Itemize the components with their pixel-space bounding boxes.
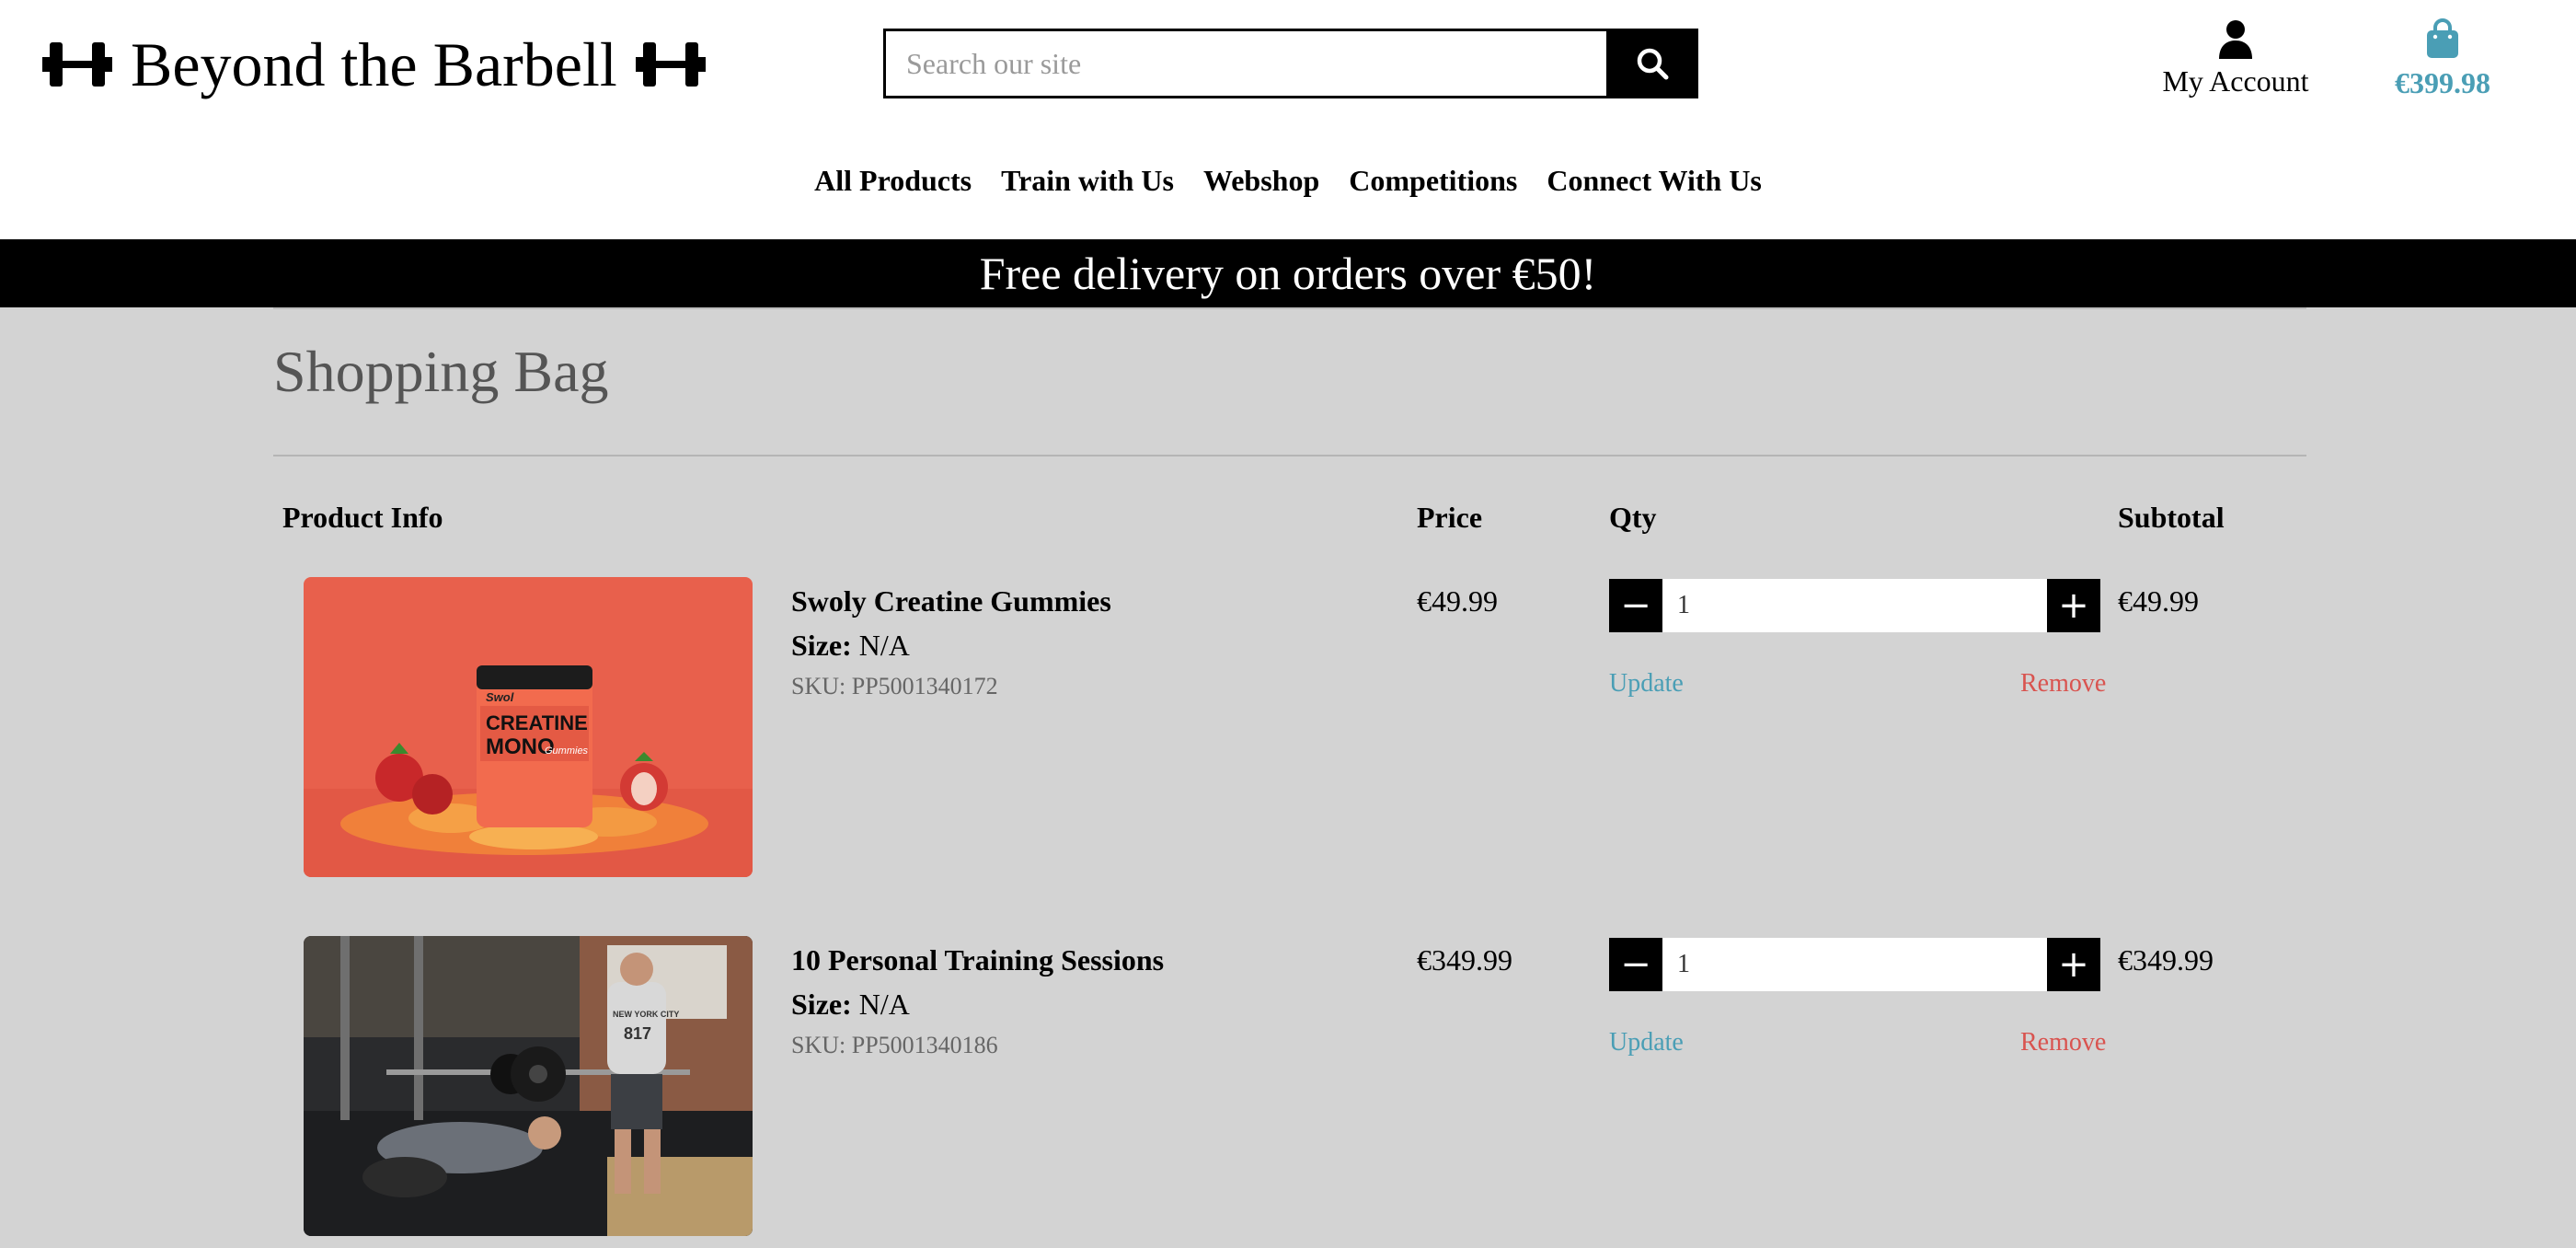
nav-competitions[interactable]: Competitions bbox=[1349, 164, 1517, 198]
page-title: Shopping Bag bbox=[273, 339, 609, 404]
promo-banner: Free delivery on orders over €50! bbox=[0, 239, 2576, 307]
personal-training-image: NEW YORK CITY 817 bbox=[304, 936, 753, 1236]
logo-text: Beyond the Barbell bbox=[131, 29, 617, 99]
product-price: €49.99 bbox=[1417, 584, 1498, 618]
shopping-bag-icon bbox=[2427, 18, 2458, 58]
minus-icon: − bbox=[1620, 584, 1651, 627]
creatine-gummies-image: Swol CREATINE MONO Gummies bbox=[304, 577, 753, 877]
product-name[interactable]: Swoly Creatine Gummies bbox=[791, 584, 1111, 618]
quantity-stepper: − + bbox=[1609, 938, 2100, 991]
column-header-qty: Qty bbox=[1609, 501, 1657, 534]
image-product-text: Gummies bbox=[545, 745, 589, 757]
image-product-text: CREATINE bbox=[486, 711, 588, 734]
column-header-subtotal: Subtotal bbox=[2118, 501, 2225, 534]
search-button[interactable] bbox=[1606, 29, 1698, 98]
size-value: N/A bbox=[858, 629, 910, 662]
update-link[interactable]: Update bbox=[1609, 1028, 1684, 1057]
search-icon bbox=[1637, 48, 1669, 80]
shopping-bag-link[interactable]: €399.98 bbox=[2383, 18, 2502, 100]
main-nav: All Products Train with Us Webshop Compe… bbox=[0, 164, 2576, 198]
product-subtotal: €49.99 bbox=[2118, 584, 2199, 618]
plus-icon: + bbox=[2058, 943, 2089, 986]
remove-link[interactable]: Remove bbox=[2020, 1028, 2106, 1057]
quantity-input[interactable] bbox=[1662, 579, 2047, 632]
column-header-price: Price bbox=[1417, 501, 1483, 534]
image-brand-text: Swol bbox=[486, 690, 514, 704]
divider bbox=[273, 307, 2306, 309]
user-icon bbox=[2219, 20, 2252, 59]
product-size: Size: N/A bbox=[791, 988, 910, 1022]
increment-qty-button[interactable]: + bbox=[2047, 579, 2100, 632]
product-name[interactable]: 10 Personal Training Sessions bbox=[791, 943, 1164, 977]
image-shirt-text: NEW YORK CITY bbox=[613, 1010, 679, 1019]
dumbbell-icon bbox=[42, 42, 112, 87]
image-shirt-text: 817 bbox=[624, 1024, 651, 1043]
decrement-qty-button[interactable]: − bbox=[1609, 938, 1662, 991]
size-value: N/A bbox=[858, 988, 910, 1021]
search-bar bbox=[883, 29, 1698, 98]
column-header-product-info: Product Info bbox=[282, 501, 443, 534]
site-logo[interactable]: Beyond the Barbell bbox=[40, 26, 707, 103]
search-input[interactable] bbox=[883, 29, 1606, 98]
update-link[interactable]: Update bbox=[1609, 669, 1684, 699]
decrement-qty-button[interactable]: − bbox=[1609, 579, 1662, 632]
product-sku: SKU: PP5001340172 bbox=[791, 673, 998, 699]
bag-total: €399.98 bbox=[2395, 66, 2490, 99]
remove-link[interactable]: Remove bbox=[2020, 669, 2106, 699]
my-account-label: My Account bbox=[2162, 64, 2309, 98]
product-price: €349.99 bbox=[1417, 943, 1512, 976]
size-label: Size: bbox=[791, 988, 852, 1021]
product-image[interactable]: NEW YORK CITY 817 bbox=[304, 936, 753, 1236]
product-sku: SKU: PP5001340186 bbox=[791, 1032, 998, 1058]
site-header: Beyond the Barbell My Account bbox=[0, 0, 2576, 239]
product-size: Size: N/A bbox=[791, 629, 910, 663]
nav-all-products[interactable]: All Products bbox=[814, 164, 972, 198]
minus-icon: − bbox=[1620, 943, 1651, 986]
nav-connect-with-us[interactable]: Connect With Us bbox=[1547, 164, 1762, 198]
product-subtotal: €349.99 bbox=[2118, 943, 2214, 976]
plus-icon: + bbox=[2058, 584, 2089, 627]
my-account-link[interactable]: My Account bbox=[2153, 18, 2318, 98]
size-label: Size: bbox=[791, 629, 852, 662]
dumbbell-icon bbox=[635, 42, 706, 87]
quantity-stepper: − + bbox=[1609, 579, 2100, 632]
nav-train-with-us[interactable]: Train with Us bbox=[1001, 164, 1174, 198]
quantity-input[interactable] bbox=[1662, 938, 2047, 991]
divider bbox=[273, 455, 2306, 456]
increment-qty-button[interactable]: + bbox=[2047, 938, 2100, 991]
product-image[interactable]: Swol CREATINE MONO Gummies bbox=[304, 577, 753, 877]
nav-webshop[interactable]: Webshop bbox=[1203, 164, 1319, 198]
